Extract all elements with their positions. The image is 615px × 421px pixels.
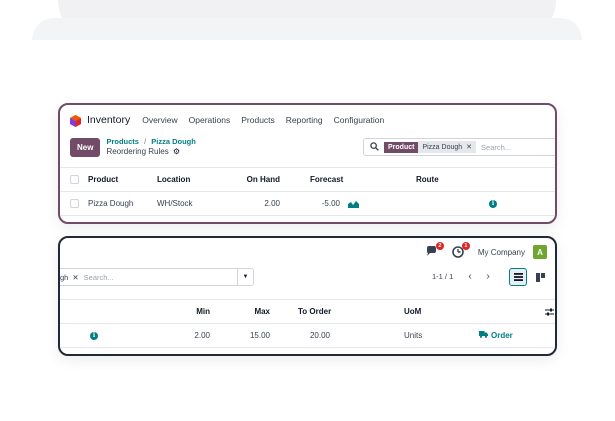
- search-dropdown-toggle-icon[interactable]: ▼: [237, 269, 253, 285]
- page-title: Reordering Rules: [106, 147, 169, 156]
- company-switcher[interactable]: My Company: [478, 248, 525, 257]
- truck-icon: [479, 331, 488, 340]
- cell-location[interactable]: WH/Stock: [157, 192, 193, 215]
- column-header-route[interactable]: Route: [416, 168, 439, 191]
- new-button[interactable]: New: [70, 137, 101, 157]
- messages-icon[interactable]: 2: [426, 242, 444, 258]
- table-header: Product Location On Hand Forecast Route: [60, 167, 555, 192]
- pager-previous-icon[interactable]: ‹: [463, 269, 477, 284]
- cell-product[interactable]: Pizza Dough: [88, 192, 133, 215]
- cell-on-hand: 2.00: [264, 199, 280, 208]
- remove-facet-icon[interactable]: ✕: [466, 143, 472, 151]
- search-facet-label: Product: [384, 141, 419, 153]
- control-panel-left: New Products / Pizza Dough Reordering Ru…: [70, 137, 196, 157]
- column-header-location[interactable]: Location: [157, 168, 190, 191]
- table-header: Min Max To Order UoM: [60, 299, 555, 324]
- cell-min[interactable]: 2.00: [160, 324, 210, 347]
- menu-configuration[interactable]: Configuration: [334, 115, 385, 125]
- pager-value[interactable]: 1-1 / 1: [432, 272, 453, 281]
- inventory-app-icon[interactable]: [70, 114, 81, 127]
- gear-icon[interactable]: ⚙: [173, 147, 180, 156]
- avatar[interactable]: A: [533, 245, 547, 259]
- column-header-max[interactable]: Max: [220, 300, 270, 323]
- menu-reporting[interactable]: Reporting: [286, 115, 323, 125]
- breadcrumb-pizza-dough-link[interactable]: Pizza Dough: [151, 137, 196, 146]
- table-row[interactable]: i 2.00 15.00 20.00 Units Order: [60, 324, 555, 348]
- column-header-to-order[interactable]: To Order: [298, 300, 331, 323]
- search-bar[interactable]: Product Pizza Dough ✕ Search...: [363, 138, 555, 156]
- cell-to-order[interactable]: 20.00: [280, 324, 330, 347]
- order-button-label[interactable]: Order: [491, 331, 513, 340]
- remove-facet-icon[interactable]: ✕: [72, 273, 78, 282]
- background-shape-lower: [32, 18, 582, 40]
- list-view-icon[interactable]: [509, 268, 527, 286]
- table-row[interactable]: Pizza Dough WH/Stock 2.00 -5.00 i: [60, 192, 555, 216]
- search-bar-continued[interactable]: gh ✕ Search... ▼: [60, 268, 254, 286]
- row-checkbox[interactable]: [70, 192, 79, 215]
- breadcrumb-separator: /: [144, 137, 147, 146]
- search-facet-value: Pizza Dough: [422, 143, 463, 151]
- forecast-graph-icon[interactable]: [348, 192, 359, 215]
- systray: 2 1 My Company A: [426, 238, 555, 266]
- breadcrumb: Products / Pizza Dough Reordering Rules …: [106, 137, 195, 157]
- pager-next-icon[interactable]: ›: [481, 269, 495, 284]
- kanban-view-icon[interactable]: [531, 268, 549, 286]
- column-header-on-hand[interactable]: On Hand: [230, 168, 280, 191]
- messages-badge: 2: [435, 242, 444, 250]
- search-input[interactable]: Search...: [84, 273, 114, 282]
- app-name[interactable]: Inventory: [87, 114, 130, 126]
- search-icon[interactable]: [370, 141, 379, 153]
- cell-uom[interactable]: Units: [404, 324, 422, 347]
- cell-max[interactable]: 15.00: [220, 324, 270, 347]
- column-header-min[interactable]: Min: [160, 300, 210, 323]
- breadcrumb-products-link[interactable]: Products: [106, 137, 139, 146]
- cell-forecast: -5.00: [321, 199, 340, 208]
- search-facet: Pizza Dough ✕: [418, 141, 477, 153]
- menu-operations[interactable]: Operations: [189, 115, 231, 125]
- menu-overview[interactable]: Overview: [142, 115, 177, 125]
- inventory-panel-left: Inventory Overview Operations Products R…: [58, 103, 557, 224]
- order-button[interactable]: Order: [479, 324, 513, 347]
- inventory-panel-right: 2 1 My Company A gh ✕ Search... ▼ 1-1 / …: [58, 236, 557, 356]
- info-icon[interactable]: i: [489, 192, 497, 215]
- info-icon[interactable]: i: [90, 324, 98, 347]
- activities-clock-icon[interactable]: 1: [452, 242, 470, 258]
- activities-badge: 1: [461, 242, 470, 250]
- menu-products[interactable]: Products: [241, 115, 275, 125]
- select-all-checkbox[interactable]: [70, 168, 79, 191]
- top-navbar: Inventory Overview Operations Products R…: [60, 105, 555, 135]
- column-header-uom[interactable]: UoM: [404, 300, 421, 323]
- optional-columns-toggle-icon[interactable]: [545, 300, 554, 323]
- search-facet-value-tail: gh: [60, 272, 69, 282]
- column-header-forecast[interactable]: Forecast: [310, 168, 343, 191]
- search-input[interactable]: Search...: [481, 143, 511, 152]
- column-header-product[interactable]: Product: [88, 168, 118, 191]
